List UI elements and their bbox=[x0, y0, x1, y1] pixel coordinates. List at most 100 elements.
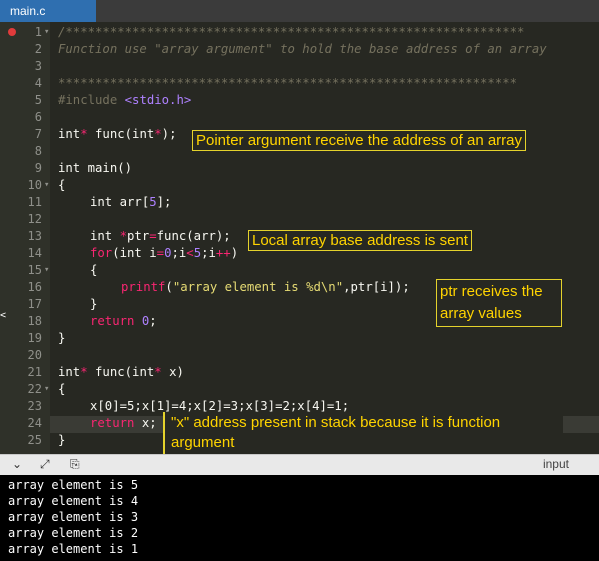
punct: ); bbox=[161, 127, 177, 141]
type-int: int bbox=[58, 127, 81, 141]
type-int: int bbox=[119, 246, 142, 260]
code-token: ;i bbox=[201, 246, 216, 260]
code-line-5: #include <stdio.h> bbox=[58, 92, 191, 109]
annotation-stack-address: "x" address present in stack because it … bbox=[163, 412, 563, 454]
tab-bar: main.c bbox=[0, 0, 599, 22]
line-number: 24 bbox=[27, 416, 42, 430]
code-line-24: return x; bbox=[90, 415, 157, 432]
chevron-down-icon[interactable]: ⌄ bbox=[12, 457, 22, 471]
number-literal: 5 bbox=[149, 195, 157, 209]
keyword-for: for bbox=[90, 246, 113, 260]
line-number: 18 bbox=[27, 314, 42, 328]
output-line: array element is 4 bbox=[8, 494, 139, 508]
line-number: 7 bbox=[34, 127, 42, 141]
code-token: ]; bbox=[156, 195, 172, 209]
inc-op: ++ bbox=[215, 246, 231, 260]
line-number: 23 bbox=[27, 399, 42, 413]
line-number: 8 bbox=[34, 144, 42, 158]
code-token: ; bbox=[149, 314, 157, 328]
fold-arrow-icon[interactable]: ▾ bbox=[44, 381, 49, 398]
pointer-op: * bbox=[80, 365, 88, 379]
code-line-21: int* func(int* x) bbox=[58, 364, 184, 381]
expand-icon[interactable]: ⤢ bbox=[40, 457, 50, 472]
line-number: 1 bbox=[34, 25, 42, 39]
code-token: func(arr); bbox=[156, 229, 231, 243]
side-arrow-icon: < bbox=[0, 310, 7, 321]
main-decl: main() bbox=[80, 161, 133, 175]
output-line: array element is 3 bbox=[8, 510, 139, 524]
type-int: int bbox=[132, 365, 155, 379]
code-token: ,ptr[i]); bbox=[343, 280, 410, 294]
line-number: 5 bbox=[34, 93, 42, 107]
code-line-18: return 0; bbox=[90, 313, 157, 330]
code-line-9: int main() bbox=[58, 160, 132, 177]
line-number: 6 bbox=[34, 110, 42, 124]
pointer-op: * bbox=[154, 365, 162, 379]
assign-op: = bbox=[149, 229, 157, 243]
output-line: array element is 1 bbox=[8, 542, 139, 556]
code-line-19: } bbox=[58, 331, 66, 345]
line-number: 4 bbox=[34, 76, 42, 90]
line-number: 11 bbox=[27, 195, 42, 209]
preprocessor: #include bbox=[58, 93, 125, 107]
code-token: ( bbox=[112, 246, 120, 260]
line-number: 19 bbox=[27, 331, 42, 345]
string-literal: "array element is %d\n" bbox=[172, 280, 344, 294]
code-line-13: int *ptr=func(arr); bbox=[90, 228, 231, 245]
line-number: 22 bbox=[27, 382, 42, 396]
number-literal: 5 bbox=[193, 246, 202, 260]
line-number: 16 bbox=[27, 280, 42, 294]
type-int: int bbox=[132, 127, 155, 141]
type-int: int bbox=[58, 161, 81, 175]
code-line-22: { bbox=[58, 382, 66, 396]
output-line: array element is 5 bbox=[8, 478, 139, 492]
line-number: 21 bbox=[27, 365, 42, 379]
func-decl: func( bbox=[87, 127, 133, 141]
type-int: int bbox=[58, 365, 81, 379]
line-number: 13 bbox=[27, 229, 42, 243]
type-int: int bbox=[90, 229, 113, 243]
line-number: 15 bbox=[27, 263, 42, 277]
line-number: 12 bbox=[27, 212, 42, 226]
code-token: ptr bbox=[127, 229, 150, 243]
line-gutter: 1 ▾ 2 3 4 5 6 7 8 9 10 ▾ 11 12 13 14 15 ▾ 16 17 18 19 20 21 22 ▾ 2… bbox=[0, 22, 50, 454]
code-line-25: } bbox=[58, 433, 66, 447]
input-tab[interactable]: input bbox=[543, 457, 569, 471]
code-token: x) bbox=[161, 365, 184, 379]
fold-arrow-icon[interactable]: ▾ bbox=[44, 262, 49, 279]
code-token: ;i bbox=[171, 246, 187, 260]
output-line: array element is 2 bbox=[8, 526, 139, 540]
line-number: 25 bbox=[27, 433, 42, 447]
code-line-2: Function use "array argument" to hold th… bbox=[58, 42, 547, 56]
annotation-base-address: Local array base address is sent bbox=[248, 230, 472, 251]
code-token: func( bbox=[87, 365, 133, 379]
line-number: 10 bbox=[27, 178, 42, 192]
code-line-7: int* func(int*); bbox=[58, 126, 176, 143]
code-editor[interactable]: 1 ▾ 2 3 4 5 6 7 8 9 10 ▾ 11 12 13 14 15 ▾ 16 17 18 19 20 21 22 ▾ 2… bbox=[0, 22, 599, 454]
include-path: <stdio.h> bbox=[124, 93, 192, 107]
annotation-pointer-argument: Pointer argument receive the address of … bbox=[192, 130, 527, 151]
fold-arrow-icon[interactable]: ▾ bbox=[44, 177, 49, 194]
printf-call: printf bbox=[121, 280, 166, 294]
code-token: arr[ bbox=[112, 195, 150, 209]
line-number: 3 bbox=[34, 59, 42, 73]
code-line-1: /***************************************… bbox=[58, 25, 525, 39]
file-tab[interactable]: main.c bbox=[0, 0, 96, 22]
code-token: ) bbox=[230, 246, 239, 260]
line-number: 17 bbox=[27, 297, 42, 311]
output-console: array element is 5 array element is 4 ar… bbox=[0, 475, 599, 561]
line-number: 14 bbox=[27, 246, 42, 260]
copy-icon[interactable]: ⎘ bbox=[70, 457, 80, 472]
code-line-14: for(int i=0;i<5;i++) bbox=[90, 245, 238, 262]
code-line-11: int arr[5]; bbox=[90, 194, 171, 211]
lt-op: < bbox=[186, 246, 194, 260]
keyword-return: return bbox=[90, 314, 135, 328]
code-token: ( bbox=[165, 280, 173, 294]
output-panel-toolbar: ⌄ ⤢ ⎘ input bbox=[0, 454, 599, 475]
code-token: x; bbox=[134, 416, 157, 430]
fold-arrow-icon[interactable]: ▾ bbox=[44, 24, 49, 41]
code-token: i bbox=[141, 246, 157, 260]
type-int: int bbox=[90, 195, 113, 209]
